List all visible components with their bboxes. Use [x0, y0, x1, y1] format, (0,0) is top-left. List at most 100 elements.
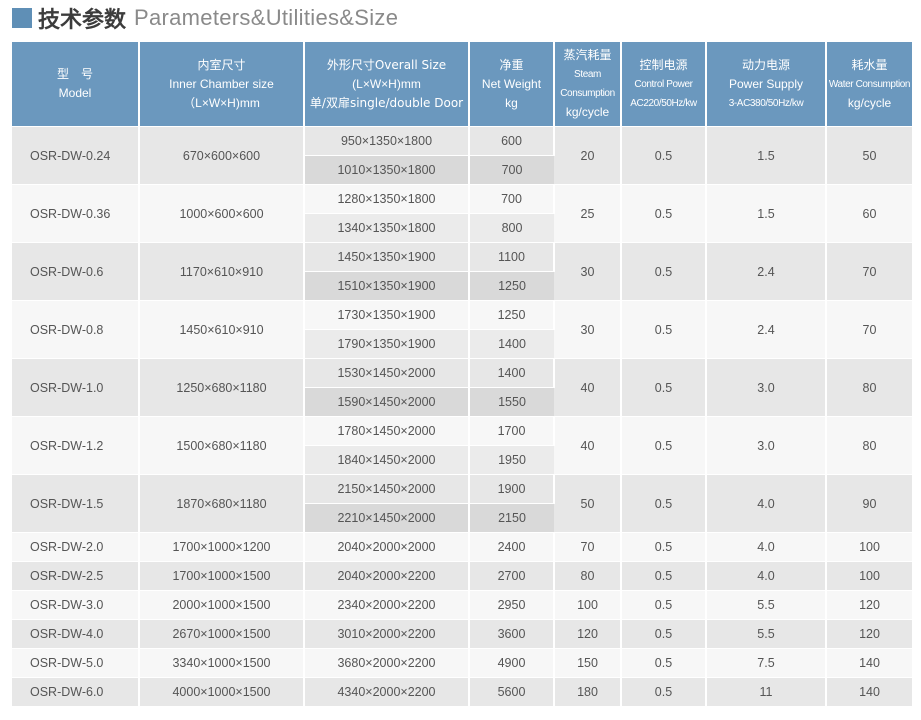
cell-net-weight: 1250 — [469, 271, 554, 301]
cell-water: 70 — [826, 242, 912, 301]
cell-overall-size: 2150×1450×2000 — [304, 474, 470, 504]
header-overall-size: 外形尺寸Overall Size (L×W×H)mm 单/双扉single/doub… — [304, 42, 470, 127]
cell-inner-size: 1250×680×1180 — [139, 358, 305, 417]
cell-power-supply: 3.0 — [706, 416, 827, 475]
cell-model: OSR-DW-3.0 — [12, 590, 140, 620]
cell-control-power: 0.5 — [621, 126, 707, 185]
cell-net-weight: 5600 — [469, 677, 555, 706]
cell-model: OSR-DW-2.0 — [12, 532, 140, 562]
cell-overall-size: 1010×1350×1800 — [304, 155, 470, 185]
cell-overall-size: 2340×2000×2200 — [304, 590, 470, 620]
cell-net-weight: 1700 — [469, 416, 555, 446]
table-row: OSR-DW-1.0 1250×680×1180 1530×1450×2000 140… — [12, 358, 912, 417]
cell-steam: 80 — [554, 561, 622, 591]
cell-control-power: 0.5 — [621, 561, 707, 591]
cell-overall-size: 4340×2000×2200 — [304, 677, 470, 706]
cell-water: 70 — [826, 300, 912, 359]
cell-overall-size: 1340×1350×1800 — [304, 213, 470, 243]
table-row: OSR-DW-1.5 1870×680×1180 2150×1450×2000 190… — [12, 474, 912, 533]
section-title: 技术参数 Parameters&Utilities&Size — [12, 3, 398, 33]
cell-overall-size: 1730×1350×1900 — [304, 300, 470, 330]
cell-net-weight: 3600 — [469, 619, 555, 649]
table-row: OSR-DW-0.6 1170×610×910 1450×1350×1900 1100… — [12, 242, 912, 301]
cell-power-supply: 2.4 — [706, 242, 827, 301]
cell-steam: 20 — [554, 126, 622, 185]
cell-overall-size: 3010×2000×2200 — [304, 619, 470, 649]
cell-control-power: 0.5 — [621, 590, 707, 620]
cell-model: OSR-DW-6.0 — [12, 677, 140, 706]
cell-control-power: 0.5 — [621, 242, 707, 301]
cell-inner-size: 1870×680×1180 — [139, 474, 305, 533]
cell-water: 140 — [826, 648, 912, 678]
cell-net-weight: 4900 — [469, 648, 555, 678]
cell-power-supply: 5.5 — [706, 619, 827, 649]
cell-model: OSR-DW-0.6 — [12, 242, 140, 301]
cell-net-weight: 2400 — [469, 532, 555, 562]
cell-water: 140 — [826, 677, 912, 706]
cell-steam: 150 — [554, 648, 622, 678]
cell-net-weight: 700 — [469, 184, 555, 214]
cell-power-supply: 3.0 — [706, 358, 827, 417]
cell-model: OSR-DW-1.0 — [12, 358, 140, 417]
header-power-supply: 动力电源 Power Supply 3-AC380/50Hz/kw — [706, 42, 827, 127]
cell-net-weight: 1950 — [469, 445, 554, 475]
cell-water: 60 — [826, 184, 912, 243]
cell-overall-size: 2040×2000×2000 — [304, 532, 470, 562]
cell-overall-size: 1790×1350×1900 — [304, 329, 470, 359]
cell-control-power: 0.5 — [621, 648, 707, 678]
cell-water: 80 — [826, 358, 912, 417]
cell-control-power: 0.5 — [621, 677, 707, 706]
cell-steam: 30 — [554, 300, 622, 359]
header-inner-chamber: 内室尺寸 Inner Chamber size （L×W×H)mm — [139, 42, 305, 127]
header-net-weight: 净重 Net Weight kg — [469, 42, 555, 127]
cell-steam: 25 — [554, 184, 622, 243]
parameters-table: 型 号 Model 内室尺寸 Inner Chamber size （L×W×H)mm… — [12, 42, 912, 706]
cell-inner-size: 1700×1000×1500 — [139, 561, 305, 591]
cell-steam: 120 — [554, 619, 622, 649]
table-row: OSR-DW-5.0 3340×1000×1500 3680×2000×2200 49… — [12, 648, 912, 678]
cell-model: OSR-DW-1.2 — [12, 416, 140, 475]
header-water: 耗水量 Water Consumption kg/cycle — [826, 42, 912, 127]
cell-inner-size: 1170×610×910 — [139, 242, 305, 301]
cell-steam: 50 — [554, 474, 622, 533]
header-model: 型 号 Model — [12, 42, 140, 127]
cell-steam: 100 — [554, 590, 622, 620]
title-english: Parameters&Utilities&Size — [134, 5, 399, 30]
cell-control-power: 0.5 — [621, 532, 707, 562]
cell-net-weight: 1550 — [469, 387, 554, 417]
table-row: OSR-DW-4.0 2670×1000×1500 3010×2000×2200 36… — [12, 619, 912, 649]
cell-net-weight: 800 — [469, 213, 554, 243]
cell-net-weight: 700 — [469, 155, 554, 185]
table-row: OSR-DW-2.0 1700×1000×1200 2040×2000×2000 24… — [12, 532, 912, 562]
cell-overall-size: 1510×1350×1900 — [304, 271, 470, 301]
cell-model: OSR-DW-0.8 — [12, 300, 140, 359]
cell-water: 80 — [826, 416, 912, 475]
cell-overall-size: 1590×1450×2000 — [304, 387, 470, 417]
header-control-power: 控制电源 Control Power AC220/50Hz/kw — [621, 42, 707, 127]
cell-inner-size: 1450×610×910 — [139, 300, 305, 359]
cell-net-weight: 1900 — [469, 474, 555, 504]
cell-overall-size: 2210×1450×2000 — [304, 503, 470, 533]
cell-inner-size: 1500×680×1180 — [139, 416, 305, 475]
cell-inner-size: 2000×1000×1500 — [139, 590, 305, 620]
cell-control-power: 0.5 — [621, 416, 707, 475]
table-row: OSR-DW-1.2 1500×680×1180 1780×1450×2000 170… — [12, 416, 912, 475]
cell-net-weight: 1100 — [469, 242, 555, 272]
cell-model: OSR-DW-0.36 — [12, 184, 140, 243]
cell-overall-size: 1780×1450×2000 — [304, 416, 470, 446]
cell-control-power: 0.5 — [621, 474, 707, 533]
cell-overall-size: 3680×2000×2200 — [304, 648, 470, 678]
table-row: OSR-DW-0.8 1450×610×910 1730×1350×1900 1250… — [12, 300, 912, 359]
cell-power-supply: 4.0 — [706, 474, 827, 533]
table-row: OSR-DW-2.5 1700×1000×1500 2040×2000×2200 27… — [12, 561, 912, 591]
cell-water: 120 — [826, 590, 912, 620]
cell-inner-size: 2670×1000×1500 — [139, 619, 305, 649]
cell-inner-size: 4000×1000×1500 — [139, 677, 305, 706]
cell-water: 50 — [826, 126, 912, 185]
cell-control-power: 0.5 — [621, 300, 707, 359]
table-row: OSR-DW-3.0 2000×1000×1500 2340×2000×2200 29… — [12, 590, 912, 620]
cell-steam: 40 — [554, 416, 622, 475]
cell-net-weight: 1400 — [469, 358, 555, 388]
cell-power-supply: 1.5 — [706, 126, 827, 185]
cell-model: OSR-DW-0.24 — [12, 126, 140, 185]
